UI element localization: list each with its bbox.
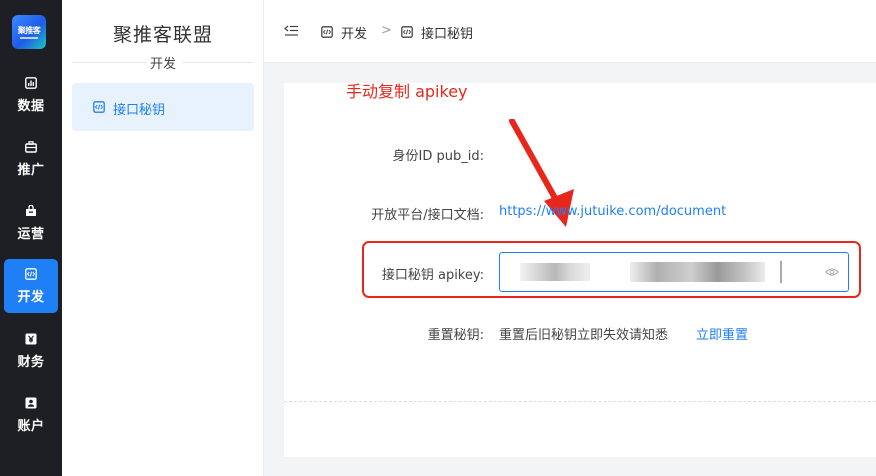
logo-text: 聚推客 [17, 26, 41, 35]
card-divider [284, 401, 876, 402]
rail-item-develop[interactable]: 开发 [4, 259, 58, 313]
secondary-sidebar: 聚推客联盟 开发 接口秘钥 [62, 0, 264, 476]
rail-label: 数据 [17, 99, 45, 114]
top-bar: 开发 > 接口秘钥 [264, 0, 876, 63]
yen-icon [25, 333, 37, 345]
apikey-label: 接口秘钥 apikey: [381, 268, 484, 283]
chart-icon [25, 77, 37, 89]
rail-label: 账户 [17, 419, 45, 434]
sidebar-section-title: 开发 [149, 57, 176, 72]
rail-item-data[interactable]: 数据 [4, 68, 58, 122]
redacted-key-part [520, 263, 590, 281]
breadcrumb-apikey: 接口秘钥 [421, 27, 474, 42]
code-icon [401, 26, 413, 38]
apikey-card: 手动复制 apikey 身份ID pub_id: 开放平台/接口文档: http… [284, 82, 876, 457]
rail-label: 运营 [17, 227, 45, 242]
rail-item-promotion[interactable]: 推广 [4, 132, 58, 186]
reset-hint: 重置后旧秘钥立即失效请知悉 [499, 328, 669, 343]
doc-link[interactable]: https://www.jutuike.com/document [499, 204, 726, 219]
briefcase-icon [25, 141, 37, 153]
reset-button[interactable]: 立即重置 [696, 324, 748, 343]
rail-item-account[interactable]: 账户 [4, 388, 58, 442]
rail-label: 财务 [17, 355, 45, 370]
sidebar-title: 聚推客联盟 [112, 24, 213, 46]
redacted-key-part [630, 262, 765, 282]
bag-icon [26, 205, 36, 216]
eye-icon[interactable] [825, 267, 839, 277]
sidebar-item-apikey[interactable]: 接口秘钥 [72, 83, 254, 131]
code-icon [25, 268, 37, 280]
reset-label: 重置秘钥: [427, 328, 484, 343]
main-nav-rail: 聚推客 数据 推广 运营 开发 财务 账户 [0, 0, 62, 476]
breadcrumb-separator: > [381, 23, 392, 38]
rail-item-operation[interactable]: 运营 [4, 196, 58, 250]
collapse-menu-icon[interactable] [284, 25, 298, 37]
rail-label: 开发 [17, 290, 45, 305]
logo-underline [20, 37, 38, 39]
annotation-text: 手动复制 apikey [346, 82, 468, 101]
sidebar-item-label: 接口秘钥 [113, 103, 166, 118]
pub-id-label: 身份ID pub_id: [392, 149, 484, 164]
app-logo[interactable]: 聚推客 [12, 15, 46, 49]
apikey-input[interactable] [499, 252, 849, 292]
user-icon [25, 397, 37, 409]
rail-label: 推广 [17, 163, 45, 178]
code-icon [321, 26, 333, 38]
doc-label: 开放平台/接口文档: [371, 208, 484, 223]
breadcrumb-develop[interactable]: 开发 [341, 23, 367, 42]
text-cursor [780, 261, 782, 283]
rail-item-finance[interactable]: 财务 [4, 324, 58, 378]
code-icon [93, 101, 105, 113]
